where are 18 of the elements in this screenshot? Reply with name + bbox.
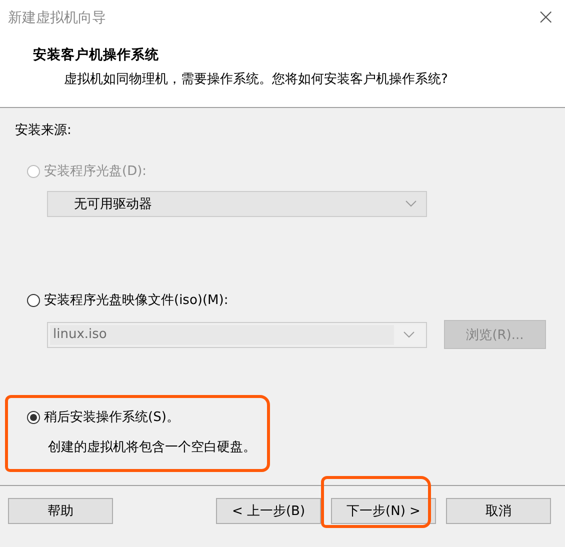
close-icon[interactable]: × bbox=[536, 7, 555, 29]
wizard-button[interactable]: 取消 bbox=[446, 498, 551, 524]
radio-button[interactable] bbox=[27, 294, 40, 306]
wizard-button[interactable]: < 上一步(B) bbox=[216, 498, 321, 524]
path-value: linux.iso bbox=[50, 324, 394, 344]
dropdown-value: 无可用驱动器 bbox=[74, 196, 153, 213]
step-title: 安装客户机操作系统 bbox=[33, 46, 160, 64]
radio-button[interactable] bbox=[27, 410, 40, 424]
option-description: 创建的虚拟机将包含一个空白硬盘。 bbox=[48, 439, 257, 456]
wizard-button[interactable]: 下一步(N) > bbox=[331, 498, 436, 524]
step-description: 虚拟机如同物理机，需要操作系统。您将如何安装客户机操作系统? bbox=[64, 71, 449, 88]
chevron-down-icon bbox=[403, 330, 415, 338]
wizard-button[interactable]: 帮助 bbox=[8, 498, 113, 524]
section-label: 安装来源: bbox=[15, 122, 72, 139]
option-label[interactable]: 稍后安装操作系统(S)。 bbox=[44, 408, 180, 426]
chevron-down-icon bbox=[405, 200, 417, 208]
window-title: 新建虚拟机向导 bbox=[8, 9, 106, 27]
option-label[interactable]: 安装程序光盘映像文件(iso)(M): bbox=[44, 291, 228, 309]
